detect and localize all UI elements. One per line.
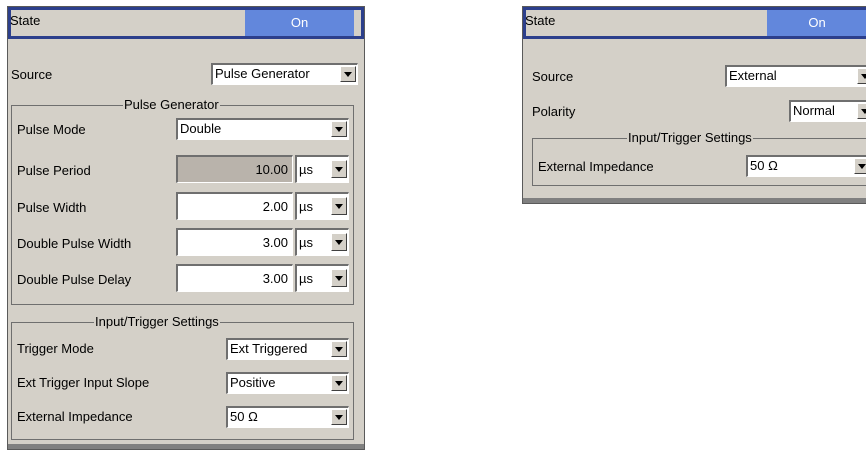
pulse-period-unit-dropdown[interactable]: µs [295, 155, 349, 183]
unit-value: µs [299, 162, 313, 177]
unit-value: µs [299, 199, 313, 214]
state-row: State On [8, 7, 364, 39]
group-title: Input/Trigger Settings [94, 314, 220, 329]
pulse-period-label: Pulse Period [17, 163, 91, 178]
trigger-mode-label: Trigger Mode [17, 341, 94, 356]
state-label: State [10, 13, 41, 28]
source-value: External [729, 68, 777, 83]
source-label: Source [11, 67, 53, 82]
pulse-width-value: 2.00 [262, 199, 288, 214]
chevron-down-icon[interactable] [857, 103, 866, 119]
external-impedance-label: External Impedance [17, 409, 133, 424]
state-row: State On [523, 7, 866, 39]
double-pulse-delay-value: 3.00 [262, 271, 288, 286]
chevron-down-icon[interactable] [331, 197, 347, 215]
state-toggle-button[interactable]: On [245, 10, 354, 36]
polarity-dropdown[interactable]: Normal [789, 100, 866, 122]
chevron-down-icon[interactable] [331, 341, 347, 357]
state-toggle-button[interactable]: On [767, 10, 866, 36]
chevron-down-icon[interactable] [331, 160, 347, 178]
chevron-down-icon[interactable] [331, 375, 347, 391]
polarity-label: Polarity [532, 104, 576, 119]
input-trigger-settings-group: Input/Trigger Settings External Impedanc… [532, 130, 866, 186]
external-impedance-dropdown[interactable]: 50 Ω [226, 406, 349, 428]
chevron-down-icon[interactable] [340, 66, 356, 82]
pulse-width-unit-dropdown[interactable]: µs [295, 192, 349, 220]
double-pulse-delay-unit-dropdown[interactable]: µs [295, 264, 349, 292]
pulse-mode-value: Double [180, 121, 222, 136]
pulse-mode-dropdown[interactable]: Double [176, 118, 349, 140]
double-pulse-width-label: Double Pulse Width [17, 236, 132, 251]
chevron-down-icon[interactable] [857, 68, 866, 84]
external-impedance-value: 50 Ω [230, 409, 258, 424]
external-impedance-label: External Impedance [538, 159, 654, 174]
right-settings-panel: State On Source External Polarity Normal… [522, 6, 866, 204]
state-label: State [525, 13, 556, 28]
double-pulse-width-unit-dropdown[interactable]: µs [295, 228, 349, 256]
chevron-down-icon[interactable] [331, 121, 347, 137]
unit-value: µs [299, 235, 313, 250]
source-dropdown[interactable]: Pulse Generator [211, 63, 358, 85]
left-settings-panel: State On Source Pulse Generator Pulse Ge… [7, 6, 365, 450]
ext-trigger-input-slope-dropdown[interactable]: Positive [226, 372, 349, 394]
chevron-down-icon[interactable] [331, 409, 347, 425]
pulse-period-value: 10.00 [255, 162, 288, 177]
pulse-generator-group: Pulse Generator Pulse Mode Double Pulse … [11, 97, 354, 305]
pulse-mode-label: Pulse Mode [17, 122, 86, 137]
double-pulse-width-value: 3.00 [262, 235, 288, 250]
unit-value: µs [299, 271, 313, 286]
pulse-period-field: 10.00 [176, 155, 293, 183]
chevron-down-icon[interactable] [331, 233, 347, 251]
pulse-width-field[interactable]: 2.00 [176, 192, 293, 220]
ext-trigger-input-slope-value: Positive [230, 375, 276, 390]
source-value: Pulse Generator [215, 66, 310, 81]
double-pulse-width-field[interactable]: 3.00 [176, 228, 293, 256]
trigger-mode-value: Ext Triggered [230, 341, 308, 356]
double-pulse-delay-field[interactable]: 3.00 [176, 264, 293, 292]
source-label: Source [532, 69, 574, 84]
chevron-down-icon[interactable] [854, 158, 866, 174]
external-impedance-value: 50 Ω [750, 158, 778, 173]
chevron-down-icon[interactable] [331, 269, 347, 287]
external-impedance-dropdown[interactable]: 50 Ω [746, 155, 866, 177]
polarity-value: Normal [793, 103, 835, 118]
source-dropdown[interactable]: External [725, 65, 866, 87]
ext-trigger-input-slope-label: Ext Trigger Input Slope [17, 375, 150, 390]
pulse-width-label: Pulse Width [17, 200, 87, 215]
input-trigger-settings-group: Input/Trigger Settings Trigger Mode Ext … [11, 314, 354, 440]
group-title: Pulse Generator [123, 97, 220, 112]
trigger-mode-dropdown[interactable]: Ext Triggered [226, 338, 349, 360]
group-title: Input/Trigger Settings [627, 130, 753, 145]
double-pulse-delay-label: Double Pulse Delay [17, 272, 132, 287]
